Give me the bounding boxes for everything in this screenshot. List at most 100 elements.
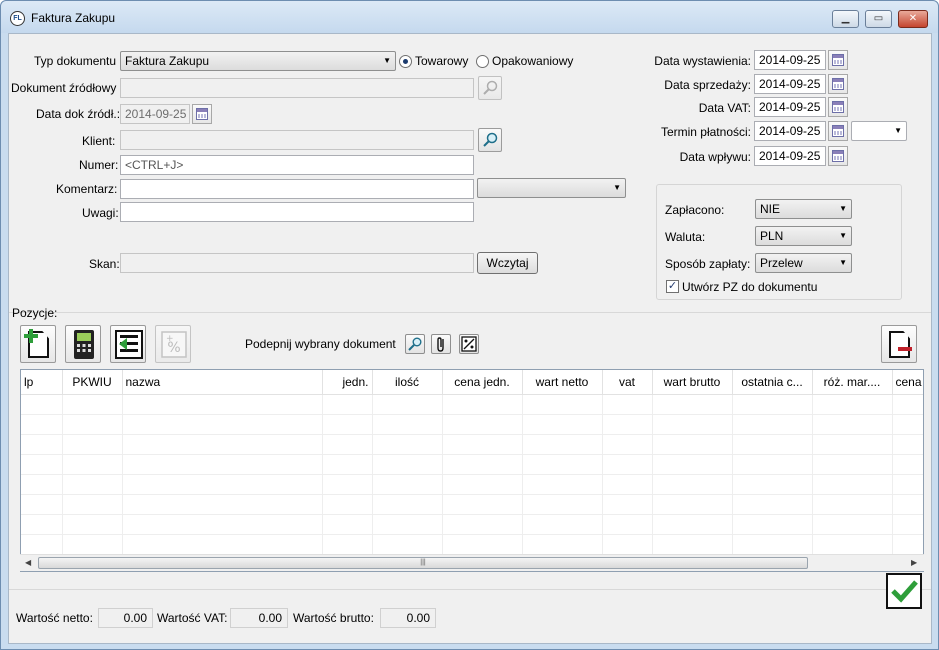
calendar-icon	[832, 125, 844, 137]
confirm-button[interactable]	[886, 573, 922, 609]
komentarz-select[interactable]: ▼	[477, 178, 626, 198]
zaplacono-label: Zapłacono:	[665, 203, 725, 217]
list-import-icon	[115, 330, 143, 359]
termin-platnosci-select[interactable]: ▼	[851, 121, 907, 141]
data-dok-zrodl-calendar-button[interactable]	[192, 104, 212, 124]
column-header-lp[interactable]: lp	[21, 370, 63, 395]
data-wystawienia-calendar-button[interactable]	[828, 50, 848, 70]
typ-dokumentu-select[interactable]: Faktura Zakupu ▼	[120, 51, 396, 71]
column-header-jedn[interactable]: jedn.	[322, 370, 373, 395]
data-dok-zrodl-label: Data dok źródł.:	[36, 107, 121, 121]
column-header-vat[interactable]: vat	[602, 370, 653, 395]
app-logo-icon: FL	[10, 11, 25, 26]
termin-platnosci-input[interactable]: 2014-09-25	[754, 121, 826, 141]
import-list-button[interactable]	[110, 325, 146, 363]
scroll-right-arrow-icon[interactable]: ▶	[911, 557, 917, 569]
waluta-select[interactable]: PLN ▼	[755, 226, 852, 246]
minus-icon	[898, 347, 912, 351]
table-row[interactable]	[21, 394, 923, 415]
klient-input[interactable]	[120, 130, 474, 150]
column-header-roz-marzy[interactable]: róż. mar....	[812, 370, 893, 395]
image-unlink-icon	[461, 336, 477, 352]
close-button[interactable]: ✕	[898, 10, 928, 28]
scroll-left-arrow-icon[interactable]: ◀	[25, 557, 31, 569]
title-bar[interactable]: FL Faktura Zakupu ▁ ▭ ✕	[1, 1, 938, 33]
data-vat-input[interactable]: 2014-09-25	[754, 97, 826, 117]
positions-table[interactable]: lp PKWIU nazwa jedn. ilość cena jedn. wa…	[20, 369, 924, 572]
numer-input[interactable]: <CTRL+J>	[120, 155, 474, 175]
column-header-cena[interactable]: cena	[892, 370, 923, 395]
data-dok-zrodl-input[interactable]: 2014-09-25	[120, 104, 190, 124]
column-header-nazwa[interactable]: nazwa	[122, 370, 323, 395]
form-area: Typ dokumentu Faktura Zakupu ▼ Towarowy …	[8, 33, 932, 644]
waluta-label: Waluta:	[665, 230, 706, 244]
column-header-ilosc[interactable]: ilość	[372, 370, 443, 395]
column-header-wart-brutto[interactable]: wart brutto	[652, 370, 733, 395]
attach-button[interactable]	[431, 334, 451, 354]
scroll-thumb[interactable]: |||	[38, 557, 808, 569]
data-wplywu-calendar-button[interactable]	[828, 146, 848, 166]
horizontal-scrollbar[interactable]: ◀ ||| ▶	[20, 554, 924, 571]
skan-input[interactable]	[120, 253, 474, 273]
dokument-search-button[interactable]	[478, 76, 502, 100]
minimize-button[interactable]: ▁	[832, 10, 859, 28]
chevron-down-icon: ▼	[383, 56, 391, 65]
table-row[interactable]	[21, 534, 923, 555]
wczytaj-button[interactable]: Wczytaj	[477, 252, 538, 274]
sposob-zaplaty-select[interactable]: Przelew ▼	[755, 253, 852, 273]
towarowy-radio[interactable]	[399, 55, 412, 68]
podepnij-search-button[interactable]	[405, 334, 425, 354]
towarowy-label: Towarowy	[415, 54, 469, 68]
footer-divider	[9, 589, 931, 590]
column-header-pkwiu[interactable]: PKWIU	[62, 370, 123, 395]
calendar-icon	[832, 101, 844, 113]
data-vat-label: Data VAT:	[698, 101, 751, 115]
uwagi-label: Uwagi:	[82, 206, 119, 220]
chevron-down-icon: ▼	[839, 258, 847, 267]
termin-platnosci-calendar-button[interactable]	[828, 121, 848, 141]
plus-icon	[24, 329, 38, 343]
calendar-icon	[832, 54, 844, 66]
data-sprzedazy-calendar-button[interactable]	[828, 74, 848, 94]
data-sprzedazy-input[interactable]: 2014-09-25	[754, 74, 826, 94]
termin-platnosci-label: Termin płatności:	[660, 125, 751, 139]
data-wplywu-input[interactable]: 2014-09-25	[754, 146, 826, 166]
discount-button[interactable]: % +	[155, 325, 191, 363]
magnifier-icon	[408, 337, 422, 351]
dokument-zrodlowy-input[interactable]	[120, 78, 474, 98]
table-row[interactable]	[21, 494, 923, 515]
payment-group: Zapłacono: NIE ▼ Waluta: PLN ▼ Sposób za…	[656, 184, 902, 300]
data-wystawienia-input[interactable]: 2014-09-25	[754, 50, 826, 70]
maximize-button[interactable]: ▭	[865, 10, 892, 28]
pozycje-label: Pozycje:	[12, 306, 58, 320]
utworz-pz-checkbox[interactable]: ✓	[666, 280, 679, 293]
table-row[interactable]	[21, 514, 923, 535]
table-row[interactable]	[21, 454, 923, 475]
detach-button[interactable]	[459, 334, 479, 354]
add-position-button[interactable]	[20, 325, 56, 363]
scanner-button[interactable]	[65, 325, 101, 363]
column-header-ostatnia-cena[interactable]: ostatnia c...	[732, 370, 813, 395]
column-header-cena-jedn[interactable]: cena jedn.	[442, 370, 523, 395]
table-row[interactable]	[21, 414, 923, 435]
column-header-wart-netto[interactable]: wart netto	[522, 370, 603, 395]
skan-label: Skan:	[89, 257, 120, 271]
klient-search-button[interactable]	[478, 128, 502, 152]
magnifier-icon	[483, 132, 498, 147]
wartosc-brutto-label: Wartość brutto:	[293, 611, 374, 625]
table-row[interactable]	[21, 434, 923, 455]
zaplacono-select[interactable]: NIE ▼	[755, 199, 852, 219]
uwagi-input[interactable]	[120, 202, 474, 222]
remove-position-button[interactable]	[881, 325, 917, 363]
app-window: FL Faktura Zakupu ▁ ▭ ✕ Typ dokumentu Fa…	[0, 0, 939, 650]
document-icon	[889, 331, 910, 358]
dokument-zrodlowy-label: Dokument źródłowy	[11, 81, 117, 95]
barcode-scanner-icon	[74, 330, 94, 359]
chevron-down-icon: ▼	[894, 126, 902, 135]
wartosc-netto-value: 0.00	[98, 608, 153, 628]
opakowaniowy-label: Opakowaniowy	[492, 54, 574, 68]
opakowaniowy-radio[interactable]	[476, 55, 489, 68]
table-row[interactable]	[21, 474, 923, 495]
data-vat-calendar-button[interactable]	[828, 97, 848, 117]
komentarz-input[interactable]	[120, 179, 474, 199]
